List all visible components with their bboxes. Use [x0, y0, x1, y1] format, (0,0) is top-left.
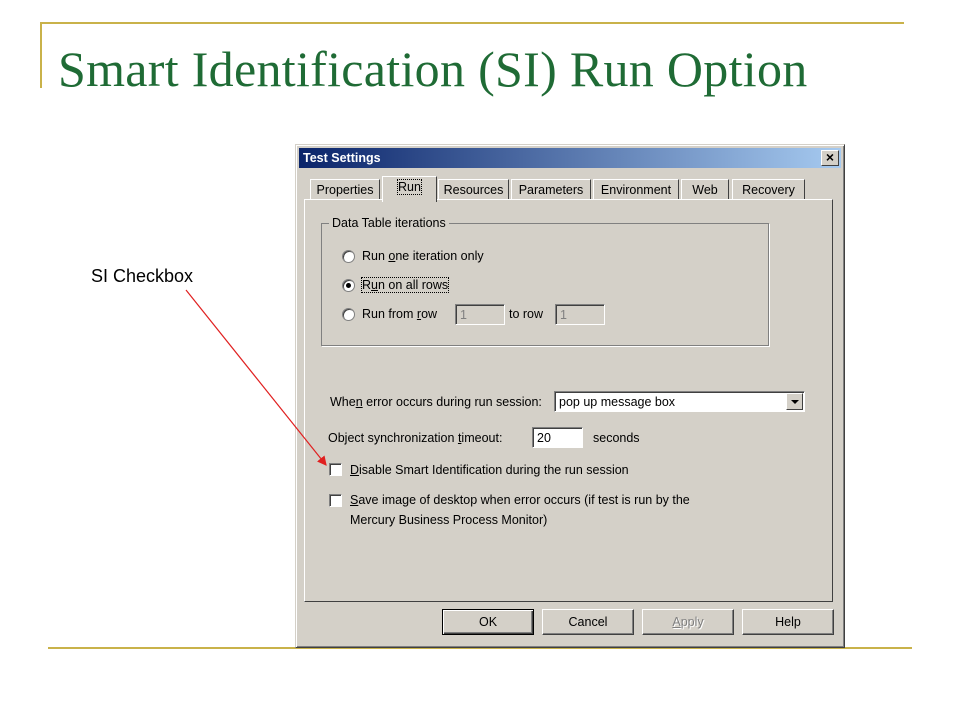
tab-run[interactable]: Run: [382, 176, 437, 202]
label-part: Whe: [330, 395, 356, 409]
chevron-down-icon[interactable]: [786, 393, 803, 410]
tab-properties[interactable]: Properties: [310, 179, 380, 200]
label-accel: n: [355, 395, 363, 409]
label-part: Run from: [362, 307, 417, 321]
from-row-input[interactable]: 1: [455, 304, 505, 325]
tab-label: Recovery: [742, 183, 795, 197]
tab-label: Parameters: [518, 183, 584, 197]
tab-label: Properties: [316, 183, 374, 197]
error-action-value: pop up message box: [559, 395, 676, 409]
callout-label: SI Checkbox: [91, 266, 194, 286]
top-vertical-rule: [40, 22, 42, 88]
sync-timeout-units: seconds: [593, 431, 640, 445]
run-all-rows-radio[interactable]: [342, 279, 355, 292]
sync-timeout-input[interactable]: 20: [532, 427, 583, 448]
test-settings-dialog: Test Settings × Properties Run Resources…: [295, 144, 845, 648]
run-from-row-radio[interactable]: [342, 308, 355, 321]
label-part: isable Smart Identification during the r…: [359, 463, 629, 477]
label-accel: u: [371, 278, 378, 292]
label-accel: D: [350, 463, 360, 477]
save-desktop-image-label[interactable]: Save image of desktop when error occurs …: [350, 493, 690, 507]
label-part: Object synchronization: [328, 431, 458, 445]
error-occurs-label: When error occurs during run session:: [330, 395, 542, 409]
label-part: ow: [421, 307, 438, 321]
tab-label: Environment: [600, 183, 672, 197]
label-part: R: [362, 278, 372, 292]
run-all-rows-label[interactable]: Run on all rows: [360, 277, 450, 293]
label-part: Run: [362, 249, 389, 263]
apply-button[interactable]: Apply: [642, 609, 734, 635]
tab-resources[interactable]: Resources: [438, 179, 509, 200]
top-horizontal-rule: [40, 22, 904, 24]
help-button[interactable]: Help: [742, 609, 834, 635]
cancel-button[interactable]: Cancel: [542, 609, 634, 635]
iterations-group-label: Data Table iterations: [329, 216, 449, 230]
run-from-row-label[interactable]: Run from row: [362, 307, 437, 321]
tab-recovery[interactable]: Recovery: [732, 179, 805, 200]
tab-label: Resources: [443, 183, 504, 197]
tab-web[interactable]: Web: [681, 179, 729, 200]
disable-smart-identification-label[interactable]: Disable Smart Identification during the …: [350, 463, 629, 477]
tab-label: Run: [397, 179, 422, 195]
error-action-select[interactable]: pop up message box: [554, 391, 805, 412]
slide-title: Smart Identification (SI) Run Option: [58, 41, 808, 97]
dialog-title: Test Settings: [303, 151, 381, 165]
dialog-titlebar[interactable]: Test Settings ×: [299, 148, 841, 168]
label-part: n on all rows: [377, 278, 449, 292]
label-part: error occurs during run session:: [362, 395, 542, 409]
close-icon[interactable]: ×: [821, 150, 839, 166]
tab-parameters[interactable]: Parameters: [511, 179, 591, 200]
tab-environment[interactable]: Environment: [593, 179, 679, 200]
to-row-input[interactable]: 1: [555, 304, 605, 325]
save-desktop-image-label-line2: Mercury Business Process Monitor): [350, 513, 548, 527]
tab-label: Web: [692, 183, 718, 197]
label-part: imeout:: [461, 431, 503, 445]
save-desktop-image-checkbox[interactable]: [329, 494, 342, 507]
disable-smart-identification-checkbox[interactable]: [329, 463, 342, 476]
ok-button[interactable]: OK: [442, 609, 534, 635]
label-part: ne iteration only: [395, 249, 484, 263]
run-one-iteration-label[interactable]: Run one iteration only: [362, 249, 484, 263]
label-accel: A: [672, 615, 681, 629]
to-row-label: to row: [509, 307, 544, 321]
run-one-iteration-radio[interactable]: [342, 250, 355, 263]
sync-timeout-label: Object synchronization timeout:: [328, 431, 502, 445]
label-part: pply: [680, 615, 704, 629]
radio-selected-dot: [346, 283, 351, 288]
label-part: ave image of desktop when error occurs (…: [358, 493, 690, 507]
